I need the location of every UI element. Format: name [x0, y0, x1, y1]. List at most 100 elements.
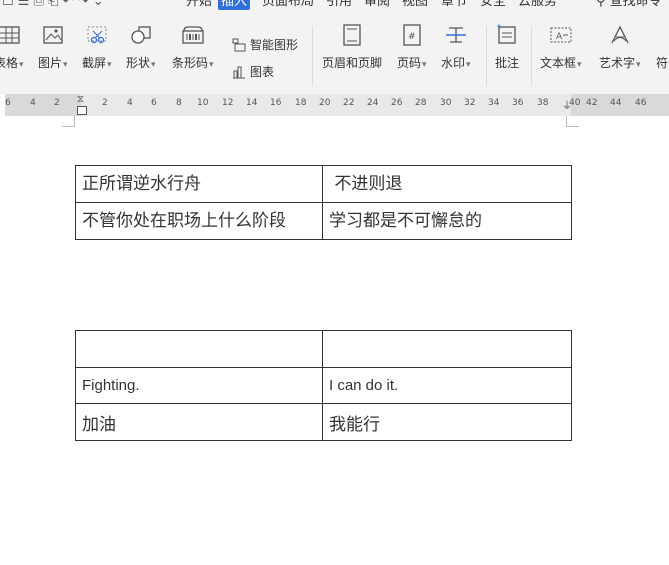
page-number-button[interactable]: # 页码▾ [397, 22, 427, 71]
table-1[interactable]: 正所谓逆水行舟 不进则退 不管你处在职场上什么阶段 学习都是不可懈怠的 [75, 165, 572, 240]
search-command[interactable]: ⚲ 查找命令 [596, 0, 662, 10]
barcode-label: 条形码 [172, 56, 209, 70]
ruler-tick: 2 [54, 98, 60, 108]
textbox-label: 文本框 [540, 56, 577, 70]
barcode-icon [180, 22, 206, 48]
table-row: Fighting. I can do it. [75, 367, 572, 404]
menu-page-layout[interactable]: 页面布局 [262, 0, 314, 10]
wordart-label: 艺术字 [599, 56, 636, 70]
wordart-icon [608, 22, 632, 48]
ruler-tick: 32 [464, 98, 476, 108]
textbox-icon: A [549, 22, 573, 48]
header-footer-button[interactable]: 页眉和页脚 [322, 22, 382, 71]
horizontal-ruler[interactable]: 6 4 2 ⧖ 2 4 6 8 10 12 14 16 18 20 22 24 … [5, 94, 669, 116]
ruler-tick: 40 [569, 98, 581, 108]
ruler-tick: 44 [610, 98, 622, 108]
ruler-tick: 36 [512, 98, 524, 108]
table-cell[interactable]: 学习都是不可懈怠的 [322, 202, 572, 240]
left-indent-marker[interactable] [77, 106, 87, 115]
table-cell[interactable] [75, 330, 323, 368]
table-cell[interactable]: Fighting. [75, 367, 323, 404]
svg-text:#: # [408, 32, 416, 42]
table-cell[interactable] [322, 330, 572, 368]
ruler-tick: 22 [343, 98, 355, 108]
ruler-tick: 16 [270, 98, 282, 108]
search-icon: ⚲ [596, 0, 606, 9]
table-cell[interactable]: I can do it. [322, 367, 572, 404]
first-line-indent-marker[interactable]: ⧖ [77, 94, 84, 105]
shape-button[interactable]: 形状▾ [126, 22, 156, 71]
table-cell[interactable]: 不管你处在职场上什么阶段 [75, 202, 323, 240]
menu-cloud[interactable]: 云服务 [518, 0, 557, 10]
shape-label: 形状 [126, 56, 151, 70]
menu-references[interactable]: 引用 [326, 0, 352, 10]
ruler-tick: 38 [537, 98, 549, 108]
ruler-tick: 34 [488, 98, 500, 108]
ruler-tick: 26 [391, 98, 403, 108]
smartart-label: 智能图形 [250, 38, 299, 52]
table-row: 正所谓逆水行舟 不进则退 [75, 165, 572, 203]
chart-button[interactable]: 图表 [232, 63, 274, 80]
picture-button[interactable]: 图片▾ [38, 22, 68, 71]
menu-review[interactable]: 审阅 [364, 0, 390, 10]
ribbon-separator [531, 26, 532, 86]
picture-label: 图片 [38, 56, 63, 70]
margin-corner-marker [566, 116, 579, 127]
ruler-tick: 46 [635, 98, 647, 108]
header-footer-icon [341, 22, 363, 48]
document-page[interactable]: 正所谓逆水行舟 不进则退 不管你处在职场上什么阶段 学习都是不可懈怠的 Figh… [0, 116, 669, 565]
comment-button[interactable]: * 批注 [495, 22, 519, 71]
menu-security[interactable]: 安全 [480, 0, 506, 10]
search-label: 查找命令 [609, 0, 662, 9]
table-cell[interactable]: 不进则退 [322, 165, 572, 203]
ruler-tick: 10 [197, 98, 209, 108]
menu-sections[interactable]: 章节 [441, 0, 467, 10]
scissors-icon [85, 22, 109, 48]
comment-label: 批注 [495, 56, 520, 70]
menu-home[interactable]: 开始 [186, 0, 212, 10]
page-number-label: 页码 [397, 56, 422, 70]
screenshot-label: 截屏 [82, 56, 107, 70]
ruler-tick: 30 [440, 98, 452, 108]
ruler-tick: 4 [30, 98, 36, 108]
table-cell[interactable]: 正所谓逆水行舟 [75, 165, 323, 203]
table-label: 表格 [0, 56, 19, 70]
symbol-button[interactable]: 符 [656, 22, 668, 71]
smartart-button[interactable]: 智能图形 [232, 36, 298, 53]
table-row [75, 330, 572, 368]
header-footer-label: 页眉和页脚 [322, 56, 383, 70]
comment-icon: * [496, 22, 518, 48]
chart-icon [233, 66, 245, 78]
table-2[interactable]: Fighting. I can do it. 加油 我能行 [75, 330, 572, 441]
ruler-tick: 6 [5, 98, 11, 108]
barcode-button[interactable]: 条形码▾ [172, 22, 214, 71]
quick-access-icons[interactable]: ☐ ☰ ⎙ ⎗ ↶ ↷ ⌄ [2, 0, 104, 10]
table-cell[interactable]: 加油 [75, 403, 323, 441]
wordart-button[interactable]: 艺术字▾ [599, 22, 641, 71]
table-cell[interactable]: 我能行 [322, 403, 572, 441]
textbox-button[interactable]: A 文本框▾ [540, 22, 582, 71]
ribbon-separator [486, 26, 487, 86]
watermark-button[interactable]: 水印▾ [441, 22, 471, 71]
ruler-tick: 24 [367, 98, 379, 108]
ruler-tick: 4 [127, 98, 133, 108]
watermark-label: 水印 [441, 56, 466, 70]
table-button[interactable]: 表格▾ [0, 22, 24, 71]
menu-view[interactable]: 视图 [402, 0, 428, 10]
ribbon-separator [312, 26, 313, 86]
picture-icon [41, 22, 65, 48]
ruler-tick: 18 [295, 98, 307, 108]
chart-label: 图表 [250, 65, 275, 79]
margin-corner-marker [62, 116, 75, 127]
screenshot-button[interactable]: 截屏▾ [82, 22, 112, 71]
table-row: 加油 我能行 [75, 403, 572, 441]
menu-insert[interactable]: 插入 [218, 0, 251, 10]
ribbon-insert: 表格▾ 图片▾ 截屏▾ 形状▾ 条形码▾ 智能图形 图表 页眉和页脚 # 页码▾… [0, 14, 669, 94]
menu-bar: ☐ ☰ ⎙ ⎗ ↶ ↷ ⌄ 开始 插入 页面布局 引用 审阅 视图 章节 安全 … [0, 0, 669, 14]
ruler-tick: 42 [586, 98, 598, 108]
svg-text:A: A [556, 32, 563, 42]
ruler-tick: 6 [151, 98, 157, 108]
smartart-icon [232, 38, 246, 51]
shapes-icon [129, 22, 153, 48]
svg-text:*: * [497, 24, 501, 32]
